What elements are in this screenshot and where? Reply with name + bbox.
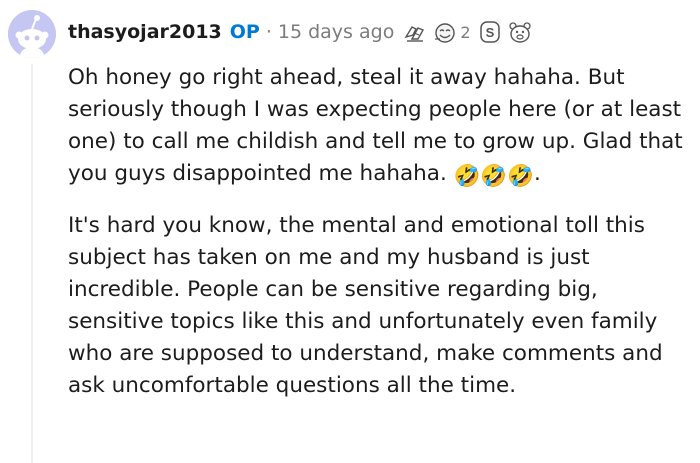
award-count: 2 — [460, 22, 471, 42]
smile-award-icon — [435, 23, 456, 43]
comment-paragraph-1: Oh honey go right ahead, steal it away h… — [68, 62, 693, 193]
timestamp[interactable]: 15 days ago — [278, 21, 394, 43]
comment-body: Oh honey go right ahead, steal it away h… — [68, 62, 693, 419]
thread-line[interactable] — [31, 64, 33, 463]
awards-row[interactable]: 2 S — [402, 19, 536, 45]
bear-award-icon — [508, 22, 531, 43]
op-badge: OP — [229, 21, 260, 43]
snoo-avatar-icon — [8, 10, 56, 58]
comment-paragraph-2: It's hard you know, the mental and emoti… — [68, 213, 663, 398]
s-coin-award-icon: S — [479, 21, 500, 43]
username-link[interactable]: thasyojar2013 — [68, 21, 222, 43]
avatar[interactable] — [8, 10, 56, 58]
svg-text:S: S — [485, 25, 494, 40]
comment: thasyojar2013 OP · 15 days ago 2 S Oh ho… — [0, 0, 700, 463]
paragraph-end: . — [533, 161, 541, 186]
comment-header: thasyojar2013 OP · 15 days ago 2 S — [68, 18, 537, 46]
paragraph-text: Oh honey go right ahead, steal it away h… — [68, 65, 683, 186]
hands-award-icon — [404, 26, 425, 42]
meta-separator: · — [265, 21, 272, 43]
rofl-emoji-icon: 🤣🤣🤣 — [453, 164, 534, 189]
